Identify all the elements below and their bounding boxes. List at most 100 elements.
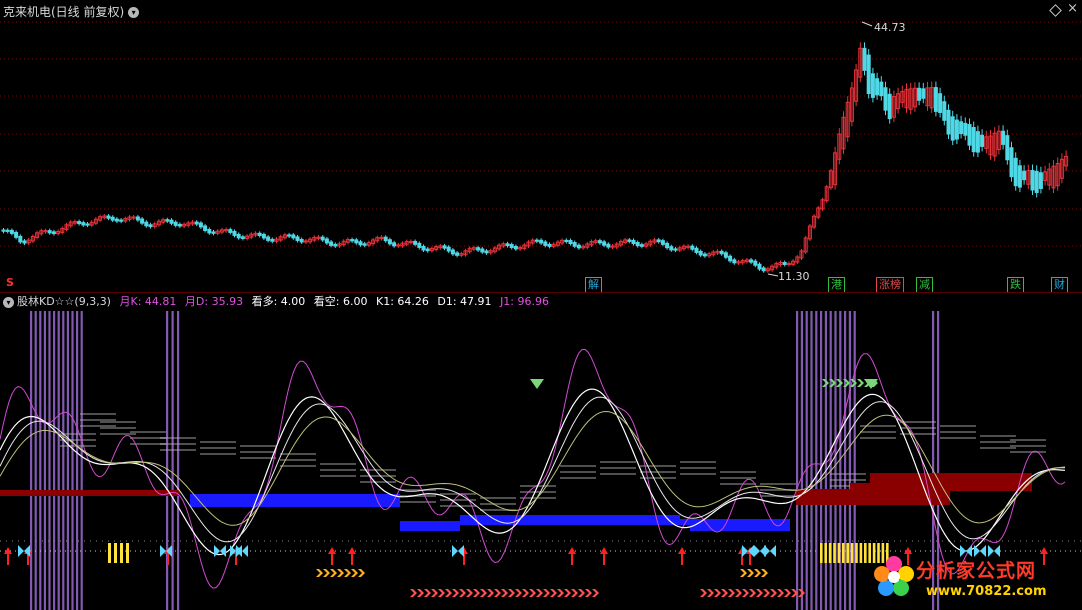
candle-body: [505, 243, 510, 247]
dotted-band: [720, 483, 756, 485]
candle-body: [1005, 135, 1010, 161]
close-icon[interactable]: ×: [1067, 1, 1078, 16]
dotted-band: [280, 465, 316, 467]
signal-stripe: [62, 311, 65, 610]
candle-body: [333, 243, 338, 247]
dotted-band: [680, 467, 716, 469]
chevron-train: [438, 589, 445, 597]
candle-body: [5, 229, 10, 232]
chevron-train: [515, 589, 522, 597]
candle-body: [639, 244, 644, 247]
dotted-band: [480, 503, 516, 505]
dotted-band: [100, 427, 136, 429]
up-arrow: [328, 547, 336, 554]
candle-body: [887, 93, 892, 120]
candlestick-chart[interactable]: [0, 0, 1082, 292]
chevron-down-icon[interactable]: ▾: [3, 296, 14, 308]
stock-title: 克来机电(日线 前复权): [3, 5, 125, 19]
candle-body: [1009, 147, 1014, 178]
candle-body: [140, 218, 145, 224]
chevron-train: [543, 589, 550, 597]
event-tag[interactable]: 跌: [1007, 277, 1024, 292]
chevron-train: [714, 589, 721, 597]
candle-body: [47, 230, 52, 234]
dotted-band: [160, 443, 196, 445]
dotted-band: [200, 441, 236, 443]
indicator-value: 看空: 6.00: [313, 295, 368, 308]
candle-body: [232, 230, 237, 236]
dotted-band: [980, 447, 1016, 449]
candle-body: [358, 241, 363, 246]
candle-body: [177, 223, 182, 227]
chevron-train: [857, 379, 864, 387]
chevron-train: [777, 589, 784, 597]
up-arrow: [678, 547, 686, 554]
dotted-band: [320, 475, 356, 477]
event-tag[interactable]: 减: [916, 277, 933, 292]
chevron-train: [473, 589, 480, 597]
candle-body: [866, 54, 871, 94]
event-tag[interactable]: 财: [1051, 277, 1068, 292]
chevron-train: [578, 589, 585, 597]
candle-body: [723, 252, 728, 258]
dotted-band: [940, 437, 976, 439]
signal-stripe: [815, 311, 818, 610]
dotted-band: [130, 431, 166, 433]
candle-body: [114, 218, 119, 222]
candle-body: [673, 248, 678, 251]
event-tag[interactable]: 解: [585, 277, 602, 292]
indicator-value: 看多: 4.00: [251, 295, 306, 308]
volume-bar: [126, 543, 129, 563]
candle-body: [669, 246, 674, 251]
candle-body: [484, 250, 489, 254]
signal-stripe: [39, 311, 42, 610]
candle-body: [702, 253, 707, 257]
candle-body: [135, 216, 140, 221]
chevron-train: [351, 569, 358, 577]
candle-body: [165, 219, 170, 222]
dotted-band: [680, 473, 716, 475]
signal-stripe: [177, 311, 180, 610]
dotted-band: [760, 483, 796, 485]
candle-body: [975, 131, 980, 153]
candle-body: [568, 239, 573, 245]
volume-bar: [859, 543, 863, 563]
signal-stripe: [829, 311, 832, 610]
candle-body: [543, 241, 548, 246]
candle-body: [534, 239, 539, 242]
volume-bar: [846, 543, 849, 563]
candle-body: [270, 238, 275, 242]
price-panel-title: 克来机电(日线 前复权) ▾: [3, 3, 140, 20]
chevron-train: [592, 589, 599, 597]
watermark: 分析家公式网 www.70822.com: [864, 552, 1074, 606]
dotted-band: [560, 477, 596, 479]
candle-body: [597, 240, 602, 244]
chevron-train: [452, 589, 459, 597]
signal-stripe: [53, 311, 56, 610]
candle-body: [513, 245, 518, 250]
event-tag[interactable]: 港: [828, 277, 845, 292]
up-arrow: [568, 547, 576, 554]
dotted-band: [160, 449, 196, 451]
chart-window: 克来机电(日线 前复权) ▾ × 44.73 11.30 S 解 港 涨榜 减 跌…: [0, 0, 1082, 610]
candle-body: [392, 242, 397, 247]
low-pointer: [767, 273, 779, 277]
butterfly-marker: [452, 545, 464, 557]
candle-body: [509, 244, 514, 248]
event-tag[interactable]: 涨榜: [876, 277, 904, 292]
candle-body: [1038, 172, 1043, 189]
price-panel[interactable]: 克来机电(日线 前复权) ▾ × 44.73 11.30 S 解 港 涨榜 减 跌…: [0, 0, 1082, 293]
candle-body: [1001, 130, 1006, 145]
candle-body: [883, 87, 888, 111]
chevron-down-icon[interactable]: ▾: [128, 7, 140, 18]
dotted-band: [80, 413, 116, 415]
signal-stripe: [820, 311, 823, 610]
chevron-train: [761, 569, 768, 577]
candle-body: [203, 225, 208, 231]
chevron-train: [459, 589, 466, 597]
dotted-band: [940, 431, 976, 433]
chevron-train: [740, 569, 747, 577]
bull-band: [190, 494, 790, 531]
chevron-train: [330, 569, 337, 577]
indicator-value: 月K: 44.81: [119, 295, 177, 308]
